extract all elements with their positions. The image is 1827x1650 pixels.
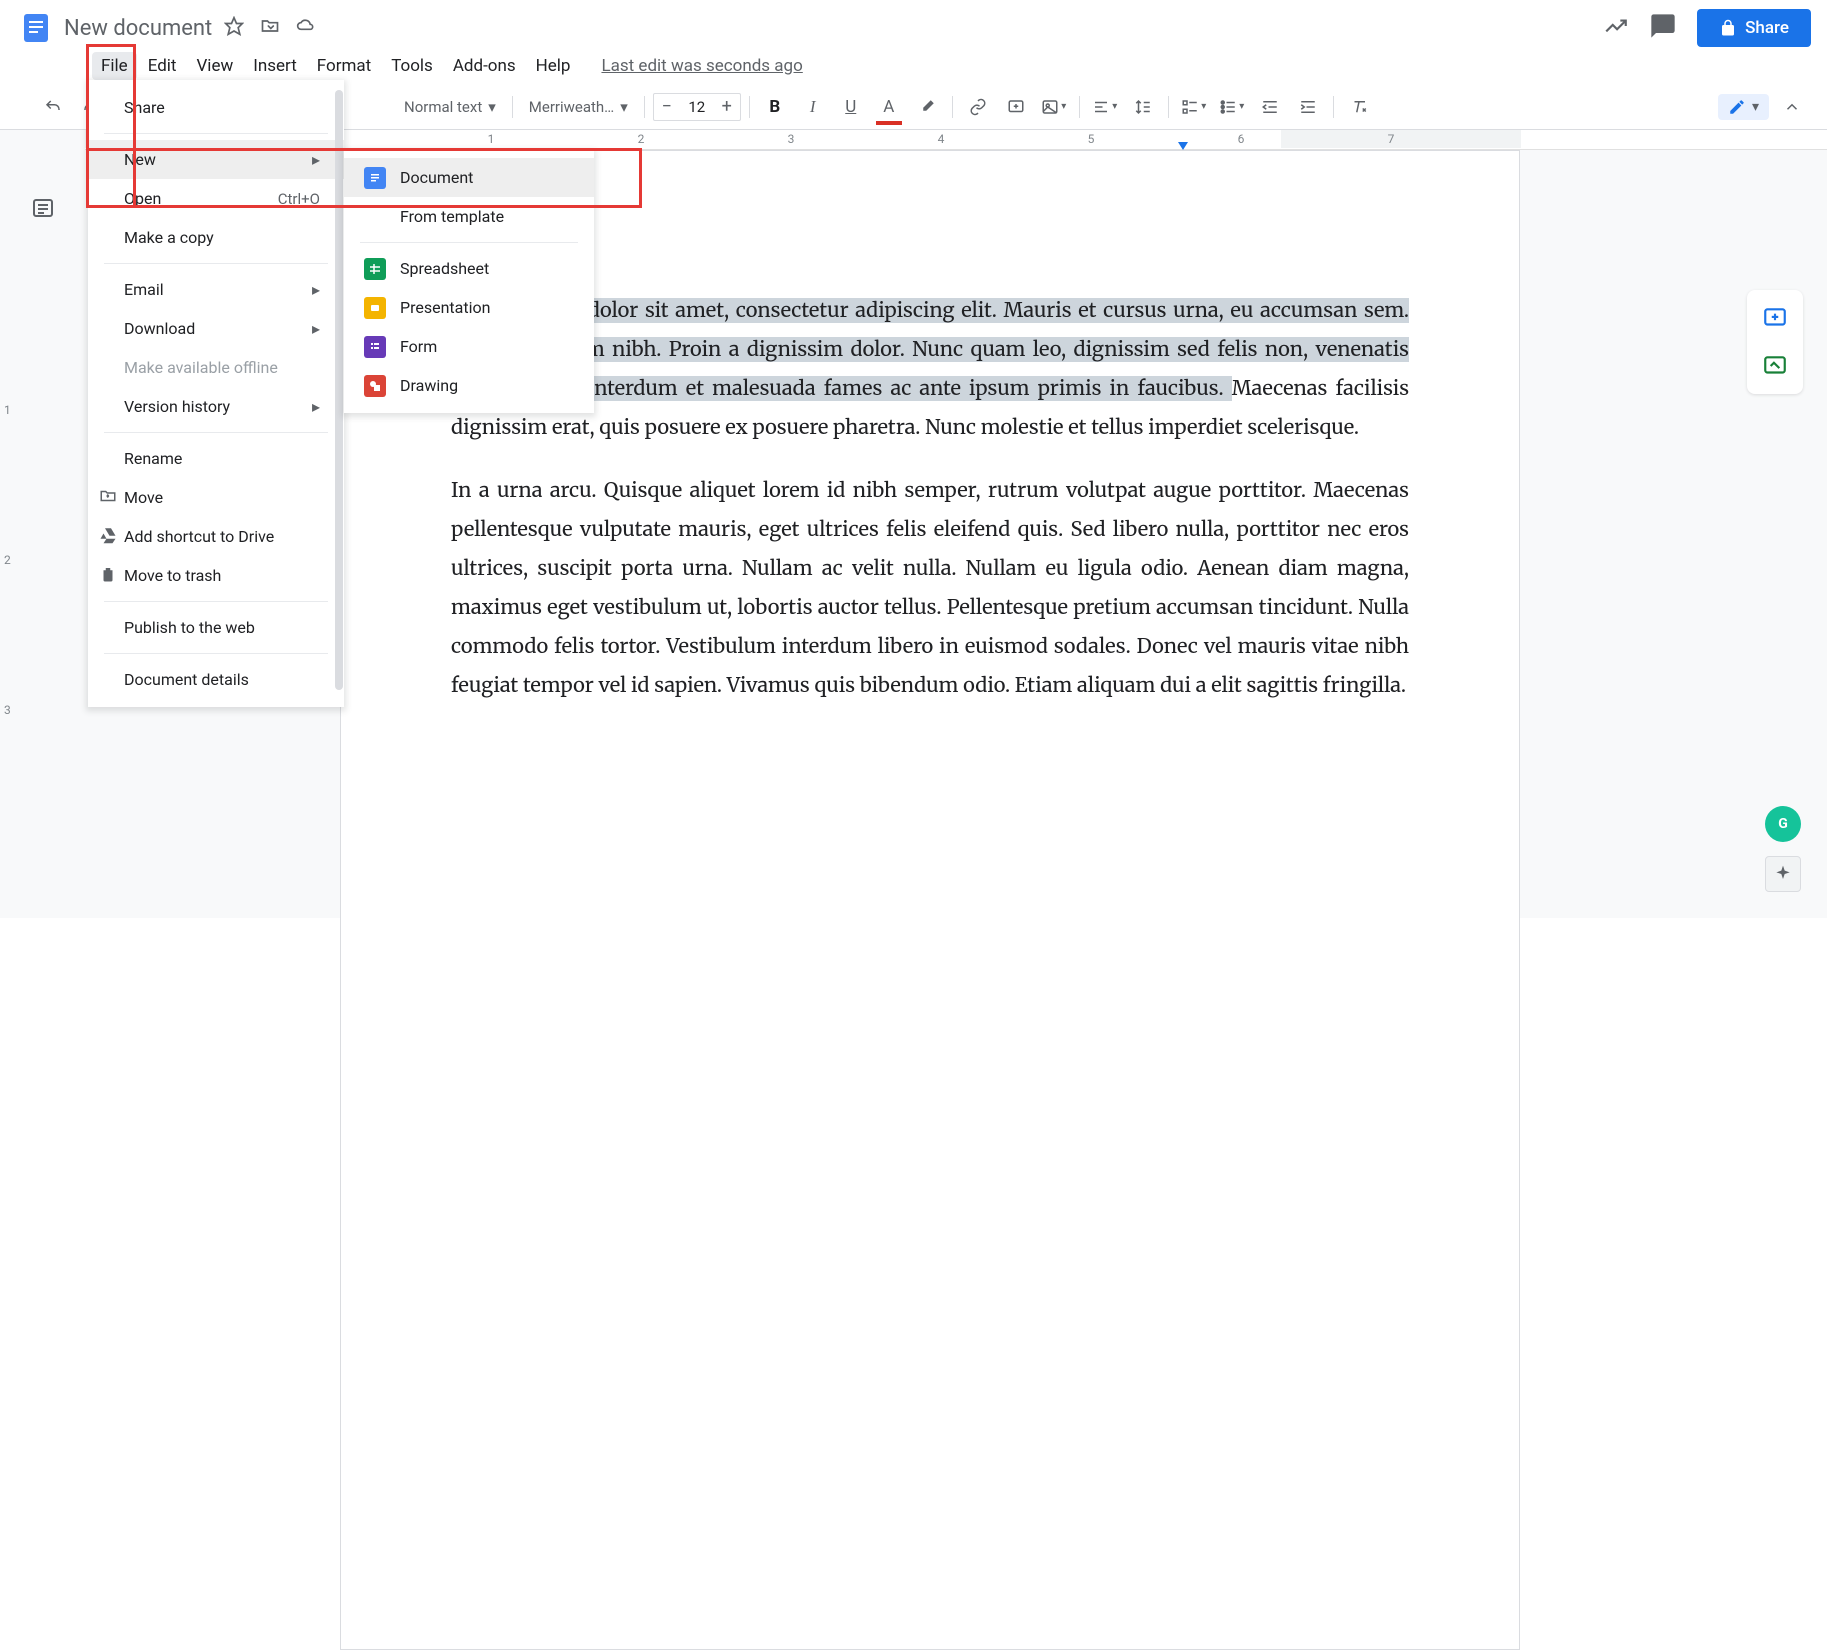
ruler-horizontal[interactable]: 1 2 3 4 5 6 7 xyxy=(85,130,1827,150)
outline-toggle-icon[interactable] xyxy=(25,190,61,226)
file-rename[interactable]: Rename xyxy=(88,439,344,478)
increase-indent-button[interactable] xyxy=(1291,92,1325,122)
indent-marker-icon[interactable] xyxy=(1178,142,1188,150)
add-comment-icon[interactable] xyxy=(1755,298,1795,338)
align-button[interactable]: ▾ xyxy=(1088,92,1122,122)
file-add-shortcut[interactable]: Add shortcut to Drive xyxy=(88,517,344,556)
new-spreadsheet[interactable]: Spreadsheet xyxy=(344,249,594,288)
docs-icon xyxy=(364,167,386,189)
trash-icon xyxy=(98,565,118,587)
title-bar: New document Share xyxy=(0,0,1827,48)
paragraph-style-dropdown[interactable]: Normal text▾ xyxy=(396,92,504,122)
drive-icon xyxy=(98,526,118,548)
document-title[interactable]: New document xyxy=(64,16,212,41)
file-version-history[interactable]: Version history▸ xyxy=(88,387,344,426)
suggest-edits-icon[interactable] xyxy=(1755,346,1795,386)
paragraph-2[interactable]: In a urna arcu. Quisque aliquet lorem id… xyxy=(451,471,1409,705)
move-icon xyxy=(98,487,118,509)
new-form[interactable]: Form xyxy=(344,327,594,366)
bulleted-list-button[interactable]: ▾ xyxy=(1215,92,1249,122)
file-share[interactable]: Share xyxy=(88,88,344,127)
new-presentation[interactable]: Presentation xyxy=(344,288,594,327)
menu-help[interactable]: Help xyxy=(527,52,580,80)
line-spacing-button[interactable] xyxy=(1126,92,1160,122)
font-size-value[interactable]: 12 xyxy=(680,98,714,116)
insert-image-button[interactable]: ▾ xyxy=(1037,92,1071,122)
insert-link-button[interactable] xyxy=(961,92,995,122)
menu-format[interactable]: Format xyxy=(308,52,380,80)
new-submenu: Document From template Spreadsheet Prese… xyxy=(344,150,594,413)
menu-insert[interactable]: Insert xyxy=(244,52,306,80)
star-icon[interactable] xyxy=(224,16,244,40)
file-details[interactable]: Document details xyxy=(88,660,344,699)
italic-button[interactable]: I xyxy=(796,92,830,122)
drawings-icon xyxy=(364,375,386,397)
paragraph-1[interactable]: Lorem ipsum dolor sit amet, consectetur … xyxy=(451,291,1409,447)
new-drawing[interactable]: Drawing xyxy=(344,366,594,405)
font-size-plus[interactable]: + xyxy=(714,96,740,117)
activity-icon[interactable] xyxy=(1603,13,1629,43)
menu-addons[interactable]: Add-ons xyxy=(444,52,525,80)
explore-button[interactable] xyxy=(1765,856,1801,892)
file-download[interactable]: Download▸ xyxy=(88,309,344,348)
clear-formatting-button[interactable] xyxy=(1342,92,1376,122)
file-move[interactable]: Move xyxy=(88,478,344,517)
menu-file[interactable]: File xyxy=(92,52,137,80)
font-dropdown[interactable]: Merriweath…▾ xyxy=(521,92,636,122)
file-publish[interactable]: Publish to the web xyxy=(88,608,344,647)
insert-comment-button[interactable] xyxy=(999,92,1033,122)
new-from-template[interactable]: From template xyxy=(344,197,594,236)
menu-edit[interactable]: Edit xyxy=(139,52,186,80)
file-open[interactable]: OpenCtrl+O xyxy=(88,179,344,218)
text-color-button[interactable]: A xyxy=(872,92,906,122)
side-actions xyxy=(1747,290,1803,394)
cloud-status-icon[interactable] xyxy=(296,16,316,40)
chevron-up-icon[interactable] xyxy=(1775,92,1809,122)
font-size-control: − 12 + xyxy=(653,93,741,121)
highlight-button[interactable] xyxy=(910,92,944,122)
sheets-icon xyxy=(364,258,386,280)
menu-bar: File Edit View Insert Format Tools Add-o… xyxy=(0,48,1827,84)
grammarly-icon[interactable]: G xyxy=(1765,806,1801,842)
decrease-indent-button[interactable] xyxy=(1253,92,1287,122)
bold-button[interactable]: B xyxy=(758,92,792,122)
file-menu-dropdown: Share New▸ OpenCtrl+O Make a copy Email▸… xyxy=(88,80,344,707)
share-label: Share xyxy=(1745,18,1789,38)
move-folder-icon[interactable] xyxy=(260,16,280,40)
last-edit-link[interactable]: Last edit was seconds ago xyxy=(601,56,802,76)
docs-logo-icon[interactable] xyxy=(16,8,56,48)
file-email[interactable]: Email▸ xyxy=(88,270,344,309)
font-size-minus[interactable]: − xyxy=(654,96,680,117)
file-trash[interactable]: Move to trash xyxy=(88,556,344,595)
share-button[interactable]: Share xyxy=(1697,9,1811,47)
file-offline: Make available offline xyxy=(88,348,344,387)
menu-tools[interactable]: Tools xyxy=(382,52,442,80)
forms-icon xyxy=(364,336,386,358)
editing-mode-button[interactable]: ▾ xyxy=(1718,94,1769,120)
slides-icon xyxy=(364,297,386,319)
file-make-copy[interactable]: Make a copy xyxy=(88,218,344,257)
ruler-vertical: 1 2 3 xyxy=(0,150,20,938)
new-document[interactable]: Document xyxy=(344,158,594,197)
undo-button[interactable] xyxy=(36,92,70,122)
menu-view[interactable]: View xyxy=(187,52,242,80)
checklist-button[interactable]: ▾ xyxy=(1177,92,1211,122)
file-new[interactable]: New▸ xyxy=(88,140,344,179)
underline-button[interactable]: U xyxy=(834,92,868,122)
comments-icon[interactable] xyxy=(1649,12,1677,44)
